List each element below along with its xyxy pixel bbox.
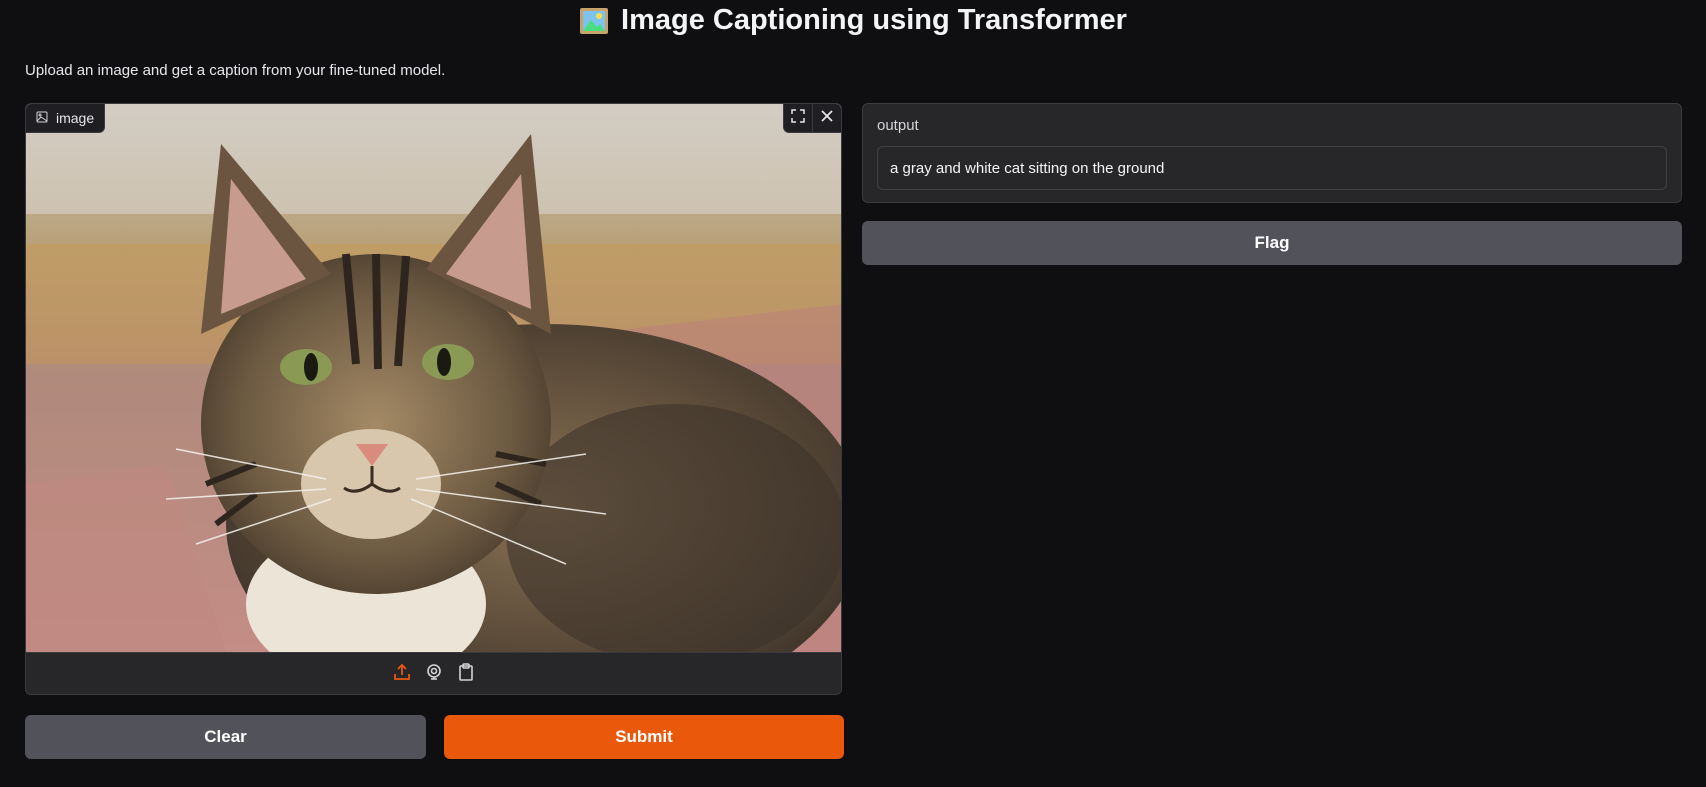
webcam-icon (425, 663, 443, 686)
clear-image-button[interactable] (812, 104, 841, 132)
clipboard-source-button[interactable] (456, 662, 476, 686)
clear-button[interactable]: Clear (25, 715, 426, 759)
image-input-panel: image (25, 103, 842, 695)
app-title: Image Captioning using Transformer (0, 4, 1706, 37)
framed-picture-icon (579, 7, 609, 35)
image-action-group (783, 104, 841, 133)
submit-button[interactable]: Submit (444, 715, 844, 759)
close-icon (820, 109, 834, 128)
app-title-text: Image Captioning using Transformer (621, 4, 1127, 36)
output-label: output (877, 117, 919, 134)
flag-button[interactable]: Flag (862, 221, 1682, 265)
output-textbox[interactable]: a gray and white cat sitting on the grou… (877, 146, 1667, 190)
upload-source-button[interactable] (392, 663, 412, 686)
clipboard-icon (457, 662, 475, 686)
upload-icon (393, 663, 411, 686)
fullscreen-button[interactable] (784, 104, 812, 132)
output-panel: output a gray and white cat sitting on t… (862, 103, 1682, 203)
uploaded-image[interactable] (26, 104, 841, 652)
image-source-toolbar (26, 652, 841, 694)
fullscreen-icon (791, 108, 805, 128)
image-label-text: image (56, 110, 95, 126)
webcam-source-button[interactable] (424, 663, 444, 686)
app-description: Upload an image and get a caption from y… (25, 62, 446, 79)
image-input-label: image (26, 104, 106, 133)
image-icon (36, 110, 48, 126)
